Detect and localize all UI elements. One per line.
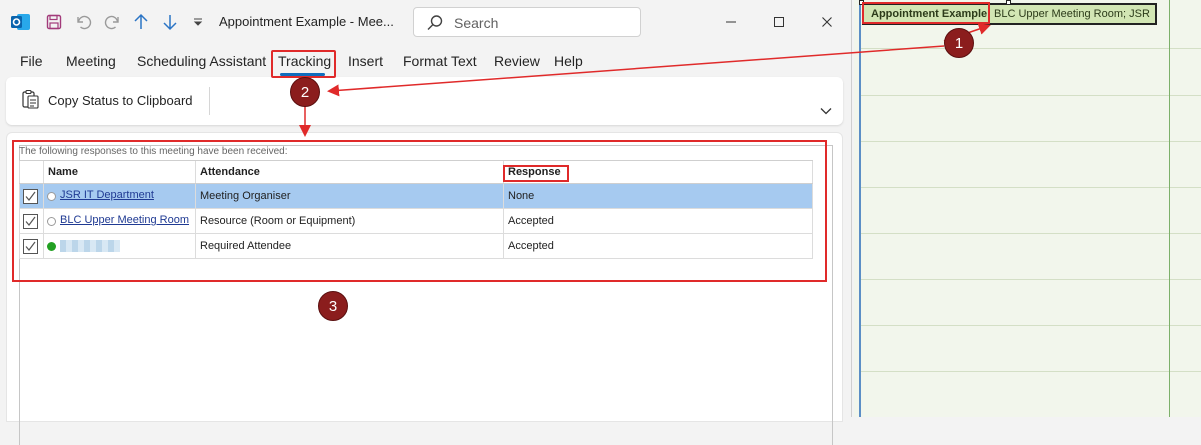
ribbon-separator xyxy=(209,87,210,115)
step-badge-3: 3 xyxy=(318,291,348,321)
tab-format-text[interactable]: Format Text xyxy=(403,53,477,69)
appointment-location: BLC Upper Meeting Room; JSR xyxy=(994,8,1150,20)
maximize-button[interactable] xyxy=(764,10,794,34)
tab-review[interactable]: Review xyxy=(494,53,540,69)
time-slot-line xyxy=(861,325,1201,326)
step-badge-1: 1 xyxy=(944,28,974,58)
time-slot-line xyxy=(861,279,1201,280)
close-button[interactable] xyxy=(812,10,842,34)
step-badge-2: 2 xyxy=(290,77,320,107)
search-placeholder: Search xyxy=(454,15,499,31)
tab-insert[interactable]: Insert xyxy=(348,53,383,69)
ribbon-panel: Copy Status to Clipboard xyxy=(6,77,843,125)
time-slot-line xyxy=(861,371,1201,372)
calendar-column-line xyxy=(1169,0,1170,417)
tab-meeting[interactable]: Meeting xyxy=(66,53,116,69)
title-bar: Appointment Example - Mee... Search xyxy=(0,0,855,44)
undo-icon[interactable] xyxy=(74,10,94,34)
search-input[interactable]: Search xyxy=(413,7,641,37)
window-title: Appointment Example - Mee... xyxy=(219,14,394,29)
time-slot-line xyxy=(861,187,1201,188)
minimize-button[interactable] xyxy=(716,10,746,34)
clipboard-icon xyxy=(20,89,40,112)
calendar-view xyxy=(854,0,1201,417)
time-slot-line xyxy=(861,48,1201,49)
chevron-down-icon[interactable] xyxy=(820,103,832,118)
previous-item-icon[interactable] xyxy=(131,10,151,34)
time-slot-line xyxy=(861,95,1201,96)
ribbon-tabs: File Meeting Scheduling Assistant Tracki… xyxy=(0,46,855,76)
highlight-tracking-tab xyxy=(271,50,336,78)
tab-help[interactable]: Help xyxy=(554,53,583,69)
resize-handle[interactable] xyxy=(1006,0,1011,5)
copy-status-label: Copy Status to Clipboard xyxy=(48,93,193,108)
pane-divider[interactable] xyxy=(851,0,852,417)
outlook-logo-icon xyxy=(10,10,32,34)
time-slot-line xyxy=(861,233,1201,234)
next-item-icon[interactable] xyxy=(160,10,180,34)
search-icon xyxy=(426,14,444,35)
tab-file[interactable]: File xyxy=(20,53,43,69)
customize-toolbar-icon[interactable] xyxy=(190,10,206,34)
highlight-appointment xyxy=(862,2,990,24)
redo-icon[interactable] xyxy=(102,10,122,34)
copy-status-button[interactable]: Copy Status to Clipboard xyxy=(20,89,193,112)
time-slot-line xyxy=(861,141,1201,142)
save-icon[interactable] xyxy=(44,10,64,34)
highlight-responses-table xyxy=(12,140,827,282)
tab-scheduling-assistant[interactable]: Scheduling Assistant xyxy=(137,53,266,69)
calendar-day-edge xyxy=(859,0,861,417)
